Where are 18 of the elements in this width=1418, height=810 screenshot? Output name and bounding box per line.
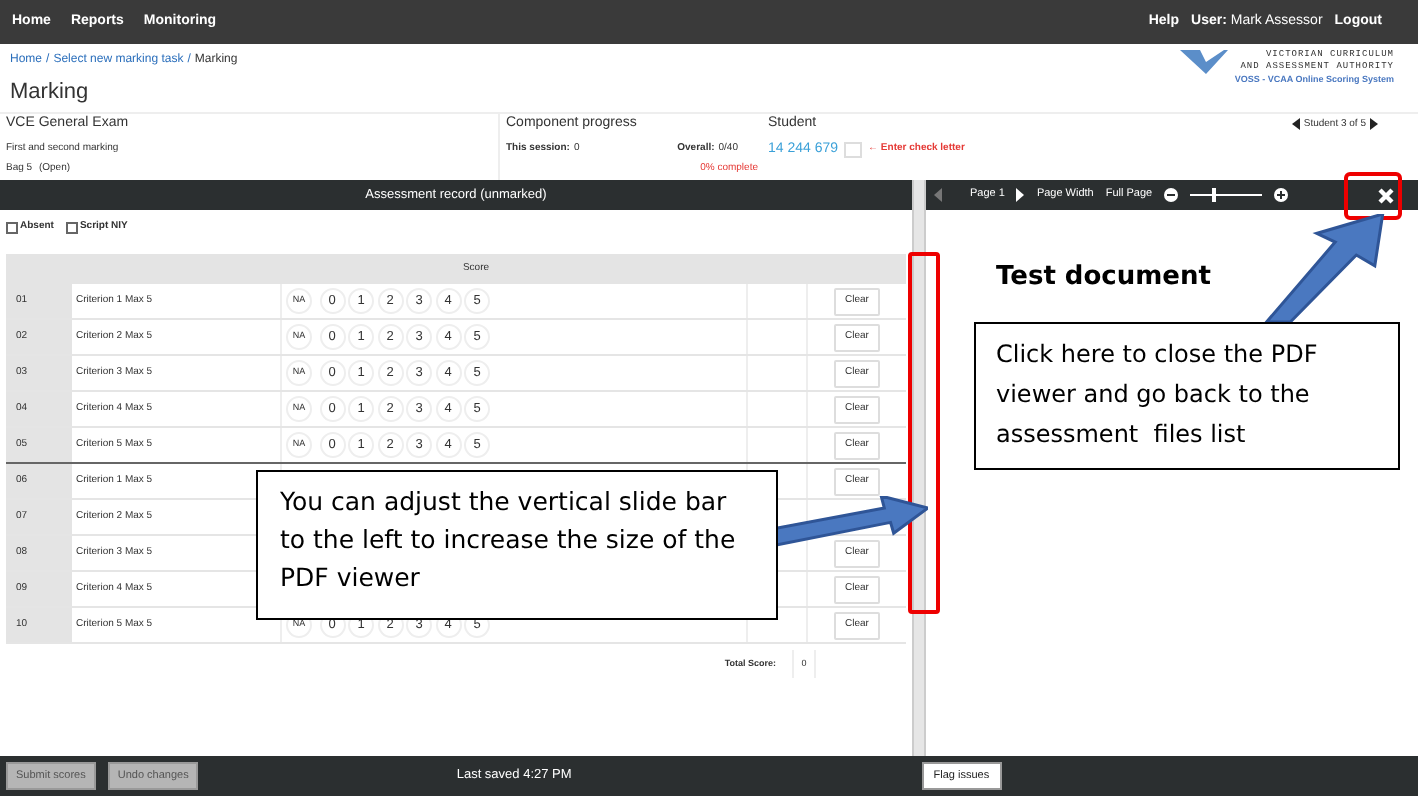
document-title: Test document: [996, 260, 1213, 296]
previous-icon[interactable]: [1291, 118, 1300, 131]
check-letter-field[interactable]: [844, 141, 863, 158]
callout-box: Click here to close the PDF viewer and go back to the assessment files list: [974, 322, 1400, 470]
callout-box: You can adjust the vertical slide bar to the left to increase the size of the PDF viewer: [256, 470, 778, 620]
zoom-out-icon[interactable]: [1164, 188, 1179, 202]
checkbox[interactable]: [65, 221, 78, 233]
checkbox[interactable]: [6, 221, 18, 233]
zoom-in-icon[interactable]: [1274, 188, 1289, 202]
logo-icon: [1180, 50, 1229, 74]
page-title: Marking: [8, 78, 91, 108]
next-page-icon[interactable]: [1016, 188, 1025, 202]
next-icon[interactable]: [1370, 118, 1378, 131]
previous-page-icon[interactable]: [934, 188, 942, 202]
close-icon[interactable]: [1378, 187, 1394, 203]
arrow-drawing: [1263, 214, 1385, 322]
vertical-splitter[interactable]: [912, 180, 926, 756]
slider-thumb[interactable]: [1211, 187, 1216, 202]
